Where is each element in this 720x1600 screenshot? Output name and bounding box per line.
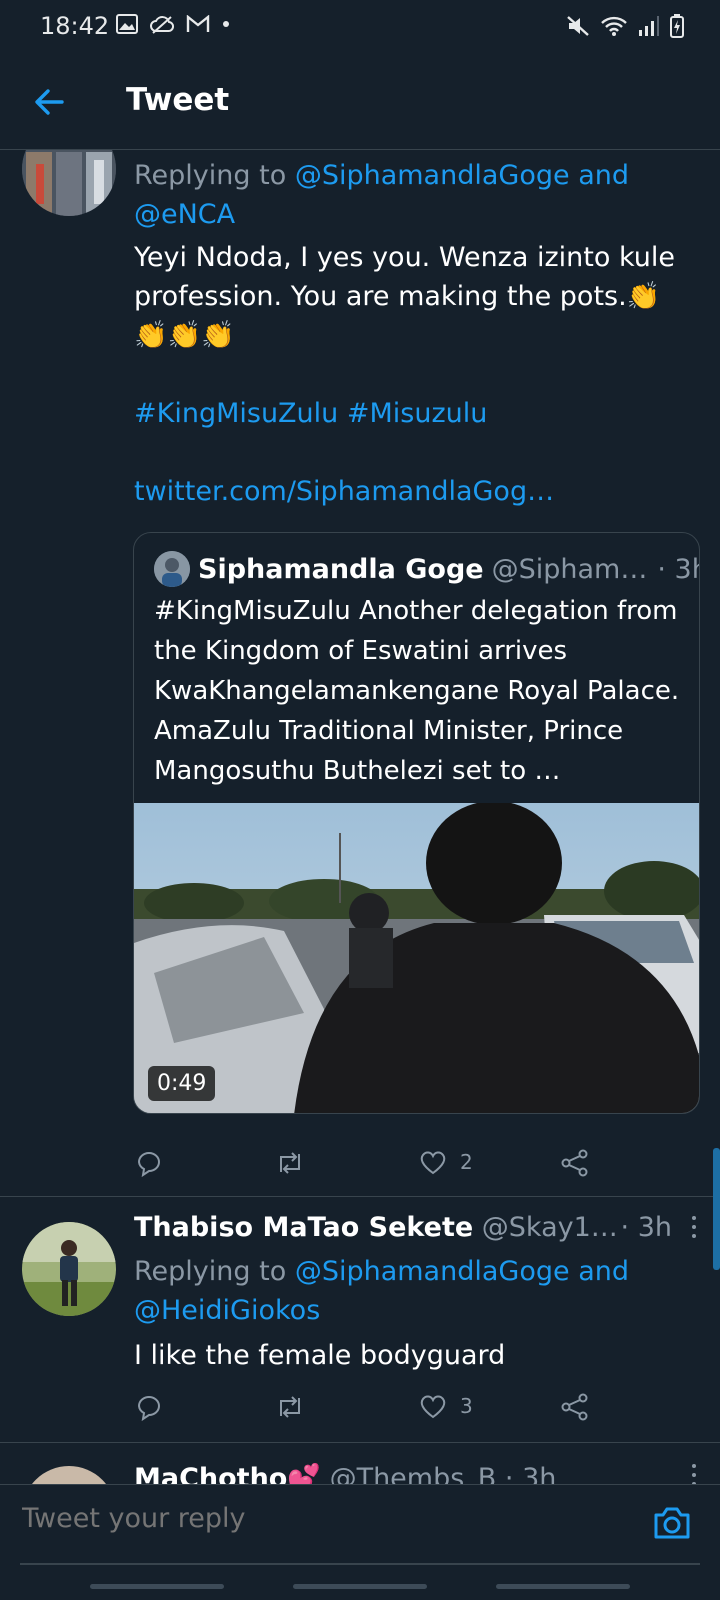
scrollbar[interactable] [713, 1148, 720, 1270]
signal-icon [639, 16, 659, 36]
quoted-author-name: Siphamandla Goge [198, 553, 484, 585]
tweet-body: Yeyi Ndoda, I yes you. Wenza izinto kule… [134, 242, 675, 312]
tweet-text: Yeyi Ndoda, I yes you. Wenza izinto kule… [134, 238, 694, 355]
more-options-icon[interactable] [684, 1464, 704, 1484]
tweet-actions: 2 [134, 1148, 614, 1188]
share-icon [561, 1149, 588, 1177]
reply-tweet-1[interactable]: Replying to @SiphamandlaGoge and @eNCA Y… [0, 150, 720, 1196]
reply-icon [137, 1152, 161, 1178]
share-button[interactable] [560, 1392, 590, 1422]
image-icon [116, 14, 138, 34]
replying-to-line: Replying to @SiphamandlaGoge and @eNCA [134, 156, 694, 234]
status-right-icons [566, 14, 684, 38]
reply-input[interactable] [22, 1503, 622, 1534]
heart-emoji: 💕 [287, 1463, 321, 1484]
system-nav-bar [0, 1566, 720, 1600]
mention-link[interactable]: @HeidiGiokos [134, 1295, 320, 1326]
tweet-author-row: Thabiso MaTao Sekete @Skay1… · 3h [134, 1212, 704, 1243]
dot-icon [223, 21, 229, 27]
clapping-hands-emoji: 👏👏👏 [134, 320, 235, 351]
and-others-link[interactable]: and [578, 1256, 629, 1287]
hashtags-line: #KingMisuZulu #Misuzulu [134, 394, 694, 433]
reply-tweet-3[interactable]: MaChotho💕 @Thembs_B · 3h [0, 1442, 720, 1484]
reply-tweet-2[interactable]: Thabiso MaTao Sekete @Skay1… · 3h Replyi… [0, 1196, 720, 1442]
tweet-url-link[interactable]: twitter.com/SiphamandlaGog… [134, 476, 554, 507]
page-title: Tweet [126, 82, 230, 118]
replying-to-label: Replying to [134, 1256, 287, 1287]
quoted-tweet-header: Siphamandla Goge @Sipham… · 3h [154, 551, 699, 587]
tweet-actions: 3 [134, 1392, 614, 1432]
status-left-icons [116, 14, 230, 34]
share-icon [561, 1393, 588, 1421]
status-bar: 18:42 [0, 0, 720, 52]
gmail-icon [186, 15, 210, 32]
video-thumbnail[interactable]: 0:49 [134, 803, 699, 1113]
quoted-timestamp: · 3h [657, 553, 699, 585]
replying-to-label: Replying to [134, 160, 287, 191]
more-options-icon[interactable] [684, 1216, 704, 1246]
author-name[interactable]: Thabiso MaTao Sekete [134, 1212, 473, 1243]
like-button[interactable]: 3 [418, 1392, 473, 1420]
author-handle: @Skay1… [481, 1212, 618, 1243]
heart-icon [420, 1395, 446, 1419]
retweet-button[interactable] [274, 1392, 306, 1422]
quoted-avatar [154, 551, 190, 587]
like-button[interactable]: 2 [418, 1148, 473, 1176]
quoted-tweet[interactable]: Siphamandla Goge @Sipham… · 3h #KingMisu… [133, 532, 700, 1114]
avatar[interactable] [22, 150, 116, 216]
reply-icon [137, 1396, 161, 1422]
avatar[interactable] [22, 1222, 116, 1316]
heart-icon [420, 1151, 446, 1175]
reply-composer [0, 1484, 720, 1566]
share-button[interactable] [560, 1148, 590, 1178]
video-duration-badge: 0:49 [148, 1066, 216, 1101]
retweet-button[interactable] [274, 1148, 306, 1178]
cloud-icon [150, 16, 174, 34]
author-handle: @Thembs_B · 3h [329, 1463, 557, 1484]
arrow-left-icon[interactable] [28, 80, 72, 124]
nav-home-button[interactable] [293, 1584, 427, 1589]
like-count: 3 [460, 1394, 473, 1418]
hashtag-link[interactable]: #KingMisuZulu [134, 398, 338, 429]
battery-charging-icon [670, 14, 684, 38]
mention-link[interactable]: @eNCA [134, 199, 235, 230]
hashtag-link[interactable]: #Misuzulu [347, 398, 488, 429]
and-others-link[interactable]: and [578, 160, 629, 191]
reply-button[interactable] [134, 1392, 164, 1422]
video-frame-image [134, 803, 699, 1113]
retweet-icon [280, 1396, 300, 1418]
wifi-icon [601, 16, 627, 36]
mute-icon [567, 16, 589, 36]
tweet-author-row: MaChotho💕 @Thembs_B · 3h [134, 1462, 704, 1484]
author-name[interactable]: MaChotho [134, 1463, 287, 1484]
tweet-link-line: twitter.com/SiphamandlaGog… [134, 472, 694, 511]
mention-link[interactable]: @SiphamandlaGoge [295, 160, 570, 191]
avatar-image [22, 150, 116, 216]
tweet-thread[interactable]: Replying to @SiphamandlaGoge and @eNCA Y… [0, 150, 720, 1484]
retweet-icon [280, 1152, 300, 1174]
camera-icon[interactable] [648, 1499, 696, 1547]
like-count: 2 [460, 1150, 473, 1174]
nav-back-button[interactable] [496, 1584, 630, 1589]
timestamp: · 3h [620, 1212, 672, 1243]
app-header: Tweet [0, 52, 720, 150]
clapping-hands-emoji: 👏 [626, 281, 661, 312]
quoted-tweet-text: #KingMisuZulu Another delegation from th… [154, 596, 680, 786]
status-time: 18:42 [40, 12, 110, 40]
replying-to-line: Replying to @SiphamandlaGoge and @HeidiG… [134, 1252, 694, 1330]
quoted-author-handle: @Sipham… [491, 553, 648, 585]
reply-button[interactable] [134, 1148, 164, 1178]
nav-recents-button[interactable] [90, 1584, 224, 1589]
avatar[interactable] [22, 1466, 116, 1484]
tweet-body: I like the female bodyguard [134, 1340, 506, 1371]
avatar-image [22, 1222, 116, 1316]
mention-link[interactable]: @SiphamandlaGoge [295, 1256, 570, 1287]
reply-underline [20, 1563, 700, 1565]
